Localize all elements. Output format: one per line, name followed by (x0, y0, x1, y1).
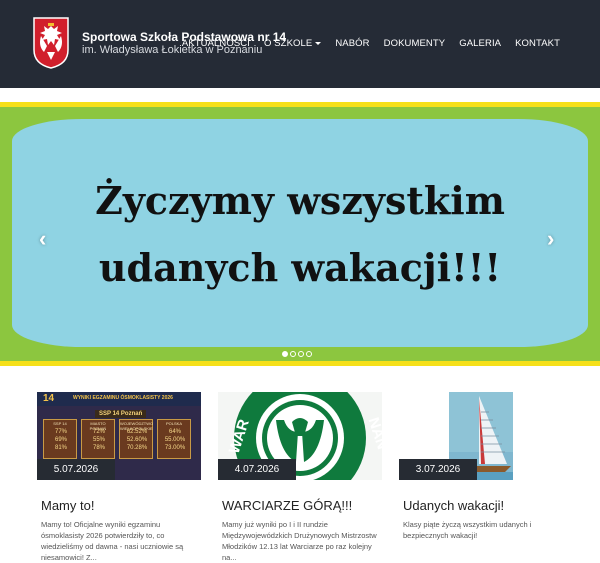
post-title[interactable]: Udanych wakacji! (403, 498, 504, 513)
post-excerpt: Klasy piąte życzą wszystkim udanych i be… (403, 520, 532, 540)
slide-heading-line1: Życzymy wszystkim (95, 178, 505, 223)
result-card-caption: POLSKA (165, 421, 182, 426)
site-header: Sportowa Szkoła Podstawowa nr 14 im. Wła… (0, 0, 600, 88)
result-card: SSP 14 77% 69% 81% (43, 419, 77, 459)
infographic-school: SSP 14 Poznań (95, 410, 147, 418)
result-card-value: 77% 69% 81% (54, 429, 67, 451)
slide-panel (12, 119, 588, 347)
post-title[interactable]: Mamy to! (41, 498, 94, 513)
post-date: 4.07.2026 (218, 459, 296, 480)
result-card-value: 72% 55% 78% (92, 429, 105, 451)
result-card: MIASTO POZNAŃ 72% 55% 78% (81, 419, 115, 459)
post-title[interactable]: WARCIARZE GÓRĄ!!! (222, 498, 352, 513)
slider-dots (282, 351, 312, 357)
nav-item-kontakt[interactable]: KONTAKT (515, 38, 560, 49)
slider-dot[interactable] (290, 351, 296, 357)
post-excerpt: Mamy to! Oficjalne wyniki egzaminu ósmok… (41, 520, 184, 562)
nav-item-label: KONTAKT (515, 38, 560, 49)
nav-item-galeria[interactable]: GALERIA (459, 38, 501, 49)
result-card-value: 62.52% 52.60% 70.28% (126, 429, 148, 451)
result-card: POLSKA 64% 55.00% 73.00% (157, 419, 191, 459)
result-card-caption: SSP 14 (53, 421, 67, 426)
slider-dot[interactable] (282, 351, 288, 357)
result-card-value: 64% 55.00% 73.00% (164, 429, 186, 451)
post-date: 3.07.2026 (399, 459, 477, 480)
nav-item-nabor[interactable]: NABÓR (335, 38, 369, 49)
slider-next-icon[interactable]: › (547, 226, 554, 252)
nav-item-aktualnosci[interactable]: AKTUALNOŚCI (182, 38, 250, 49)
slider-prev-icon[interactable]: ‹ (39, 226, 46, 252)
main-nav: AKTUALNOŚCI O SZKOLE NABÓR DOKUMENTY GAL… (182, 38, 560, 49)
post-excerpt: Mamy już wyniki po I i II rundzie Między… (222, 520, 377, 562)
nav-item-dokumenty[interactable]: DOKUMENTY (384, 38, 446, 49)
infographic-title: WYNIKI EGZAMINU ÓSMOKLASISTY 2026 (73, 395, 173, 401)
nav-item-label: AKTUALNOŚCI (181, 38, 250, 49)
slider-dot[interactable] (306, 351, 312, 357)
infographic-badge: 14 (43, 393, 55, 404)
hero-slider: Życzymy wszystkim udanych wakacji!!! ‹ › (0, 88, 600, 378)
slide-heading-line2: udanych wakacji!!! (98, 245, 502, 290)
result-card: WOJEWÓDZTWO WIELKOPOLSKIE 62.52% 52.60% 70… (119, 419, 153, 459)
nav-item-label: NABÓR (335, 38, 370, 49)
caret-down-icon (315, 42, 322, 45)
slider-dot[interactable] (298, 351, 304, 357)
nav-item-label: O SZKOLE (264, 38, 313, 49)
nav-item-label: DOKUMENTY (383, 38, 446, 49)
nav-item-label: GALERIA (459, 38, 502, 49)
nav-item-o-szkole[interactable]: O SZKOLE (264, 38, 322, 49)
post-date: 5.07.2026 (37, 459, 115, 480)
white-eagle-coat-of-arms-icon[interactable] (32, 16, 70, 70)
